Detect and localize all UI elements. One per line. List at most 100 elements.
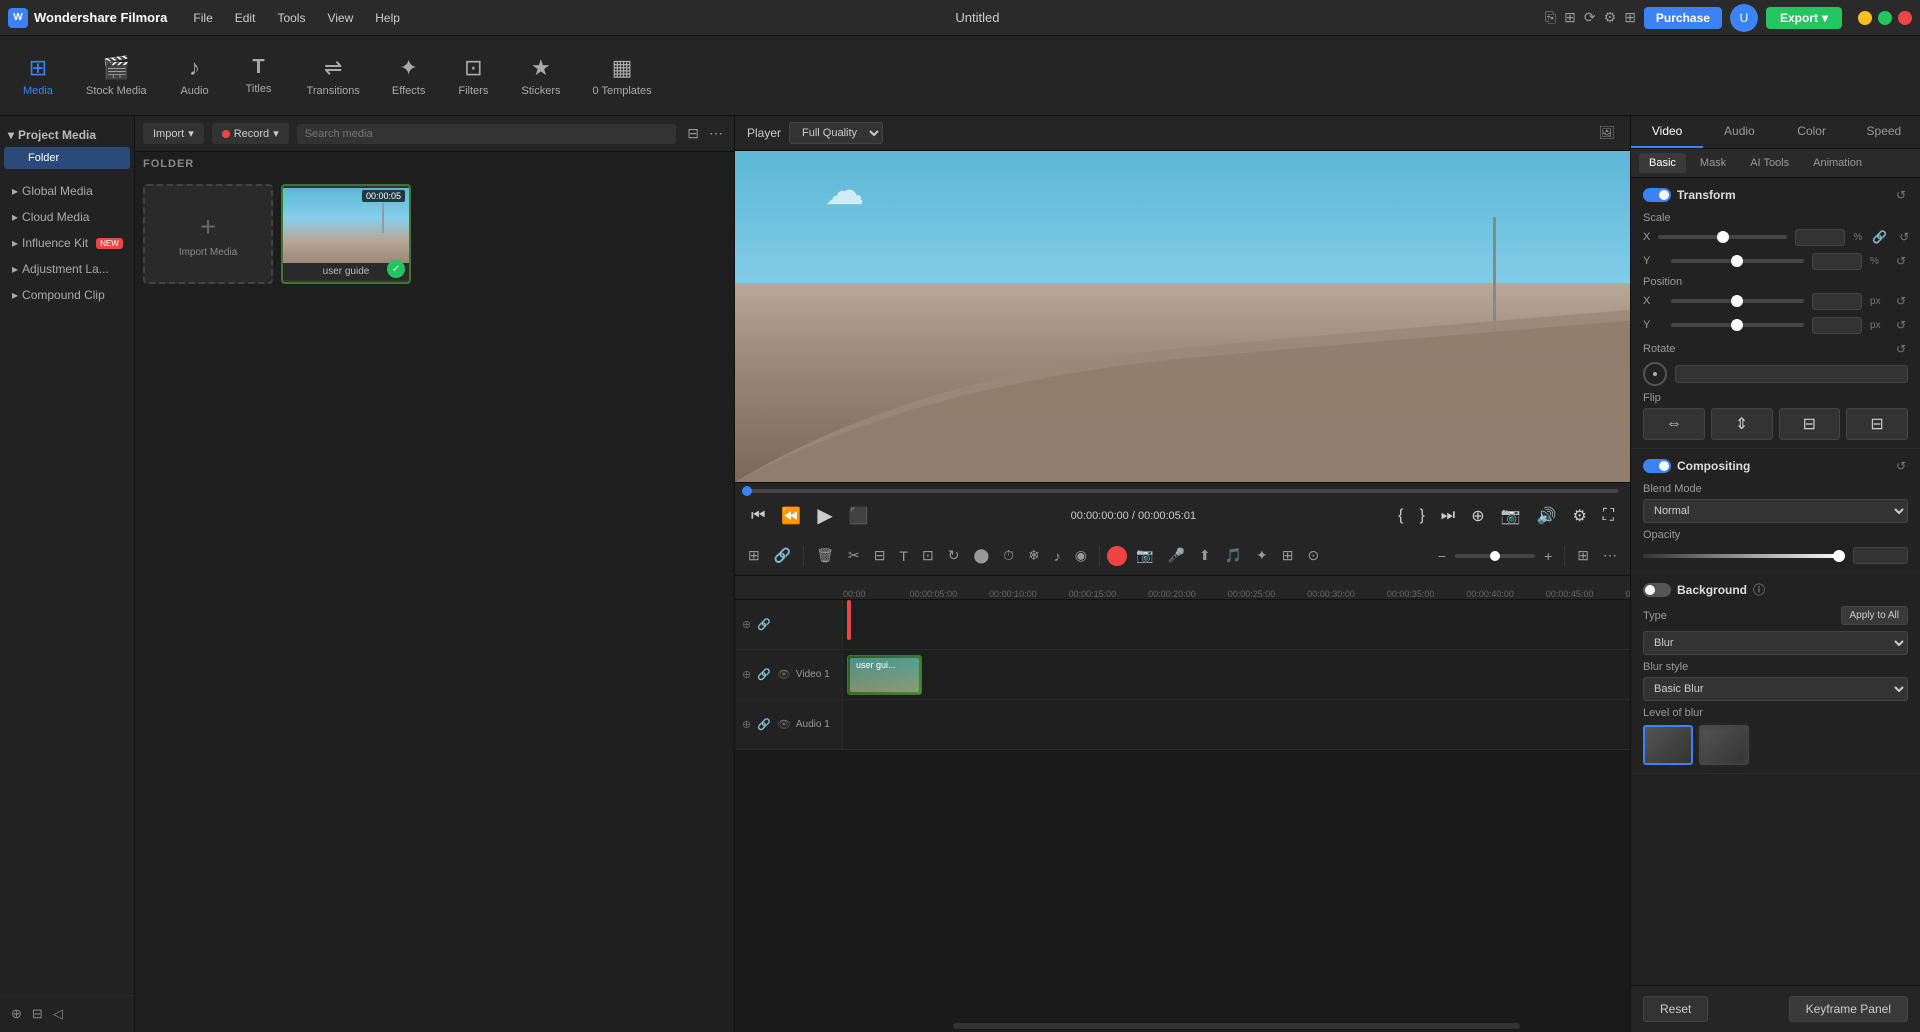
left-cloud-media[interactable]: ▸ Cloud Media [0, 204, 134, 230]
tl-plus-zoom[interactable]: + [1539, 545, 1557, 567]
compositing-reset-icon[interactable]: ↺ [1894, 457, 1908, 475]
toolbar-effects[interactable]: ✦ Effects [378, 49, 439, 103]
rotate-value[interactable]: 0.00° [1675, 365, 1908, 383]
toolbar-stickers[interactable]: ★ Stickers [507, 49, 574, 103]
audio-1-eye-button[interactable]: 👁 [776, 717, 792, 732]
audio-1-add-button[interactable]: ⊕ [741, 717, 752, 732]
tl-speed-button[interactable]: ⏱ [998, 544, 1019, 567]
left-folder[interactable]: Folder [4, 147, 130, 169]
scale-x-value[interactable]: 100.00 [1795, 229, 1845, 246]
volume-button[interactable]: 🔊 [1533, 504, 1561, 528]
record-button[interactable]: Record ▾ [212, 123, 289, 144]
preview-photo-button[interactable]: 🖼 [1595, 123, 1618, 143]
tl-cut-button[interactable]: ✂ [843, 544, 865, 567]
subtab-mask[interactable]: Mask [1690, 153, 1736, 173]
mark-out-button[interactable]: } [1415, 505, 1428, 527]
user-guide-card[interactable]: user guide 00:00:05 ✓ [281, 184, 411, 284]
blur-style-select[interactable]: Basic Blur Mosaic [1643, 677, 1908, 701]
toolbar-stock-media[interactable]: 🎬 Stock Media [72, 49, 161, 103]
icon-2[interactable]: ⊞ [1564, 9, 1576, 26]
filter-tool-button[interactable]: ⊟ [684, 122, 702, 145]
pos-y-value[interactable]: 0.00 [1812, 317, 1862, 334]
blur-thumb-2[interactable] [1699, 725, 1749, 765]
close-button[interactable] [1898, 11, 1912, 25]
search-input[interactable] [297, 124, 677, 144]
tl-color-button[interactable]: ⬤ [968, 544, 994, 567]
toolbar-templates[interactable]: ▦ 0 Templates [578, 49, 665, 103]
step-back-button[interactable]: ⏪ [777, 504, 805, 528]
tl-camera-button[interactable]: 📷 [1131, 544, 1158, 567]
toolbar-transitions[interactable]: ⇌ Transitions [293, 49, 374, 103]
more-options-button[interactable]: ⋯ [706, 122, 726, 145]
left-adjustment-layer[interactable]: ▸ Adjustment La... [0, 256, 134, 282]
tl-screen-button[interactable]: ⊞ [1277, 544, 1299, 567]
pos-x-value[interactable]: 0.00 [1812, 293, 1862, 310]
scale-y-value[interactable]: 100.00 [1812, 253, 1862, 270]
scale-y-reset[interactable]: ↺ [1894, 252, 1908, 270]
icon-3[interactable]: ⟳ [1584, 9, 1596, 26]
quality-select[interactable]: Full Quality [789, 122, 883, 144]
maximize-button[interactable] [1878, 11, 1892, 25]
compositing-toggle[interactable] [1643, 459, 1671, 473]
flip-h-button[interactable]: ⇔ [1643, 408, 1705, 440]
left-compound-clip[interactable]: ▸ Compound Clip [0, 282, 134, 308]
flip-v2-button[interactable]: ⊟ [1846, 408, 1908, 440]
background-toggle[interactable] [1643, 583, 1671, 597]
transform-toggle[interactable] [1643, 188, 1671, 202]
video-1-link-button[interactable]: 🔗 [756, 667, 772, 682]
toolbar-media[interactable]: ⊞ Media [8, 49, 68, 103]
left-global-media[interactable]: ▸ Global Media [0, 178, 134, 204]
track-add-button[interactable]: ⊕ [741, 617, 752, 632]
fullscreen-button[interactable]: ⛶ [1599, 505, 1618, 527]
tab-speed[interactable]: Speed [1848, 116, 1920, 148]
mark-in-button[interactable]: { [1394, 505, 1407, 527]
tl-music-button[interactable]: 🎵 [1220, 544, 1247, 567]
toolbar-filters[interactable]: ⊡ Filters [443, 49, 503, 103]
opacity-slider[interactable] [1643, 554, 1845, 558]
icon-5[interactable]: ⊞ [1624, 9, 1636, 26]
menu-help[interactable]: Help [365, 7, 410, 29]
tl-marker-button[interactable]: ◉ [1070, 544, 1092, 567]
tab-audio[interactable]: Audio [1703, 116, 1775, 148]
subtab-ai-tools[interactable]: AI Tools [1740, 153, 1799, 173]
audio-1-link-button[interactable]: 🔗 [756, 717, 772, 732]
reset-button[interactable]: Reset [1643, 996, 1708, 1022]
icon-4[interactable]: ⚙ [1604, 9, 1617, 26]
icon-1[interactable]: ⎘ [1545, 9, 1556, 26]
toolbar-audio[interactable]: ♪ Audio [165, 49, 225, 103]
tl-freeze-button[interactable]: ❄ [1023, 544, 1045, 567]
blend-mode-select[interactable]: Normal Multiply Screen Overlay [1643, 499, 1908, 523]
scale-y-slider[interactable] [1671, 259, 1804, 263]
video-1-eye-button[interactable]: 👁 [776, 667, 792, 682]
tl-crop-button[interactable]: ⊡ [917, 544, 939, 567]
scale-link-icon[interactable]: 🔗 [1870, 228, 1889, 246]
menu-view[interactable]: View [317, 7, 363, 29]
tl-minus-zoom[interactable]: − [1433, 545, 1451, 567]
flip-v-button[interactable]: ⇕ [1711, 408, 1773, 440]
pos-x-reset[interactable]: ↺ [1894, 292, 1908, 310]
tl-grid-button[interactable]: ⊞ [1572, 544, 1594, 567]
subtab-basic[interactable]: Basic [1639, 153, 1686, 173]
import-media-card[interactable]: + Import Media [143, 184, 273, 284]
project-media-header[interactable]: ▾ Project Media [0, 124, 134, 146]
tl-record-button[interactable] [1107, 546, 1127, 566]
tl-add-track-button[interactable]: ⊞ [743, 544, 765, 567]
tl-link-button[interactable]: 🔗 [769, 544, 796, 567]
tab-video[interactable]: Video [1631, 116, 1703, 148]
minimize-button[interactable] [1858, 11, 1872, 25]
blur-thumb-1[interactable] [1643, 725, 1693, 765]
pos-y-slider[interactable] [1671, 323, 1804, 327]
background-info-icon[interactable]: ⓘ [1753, 581, 1765, 598]
tl-text-button[interactable]: T [894, 545, 913, 567]
collapse-button[interactable]: ◁ [50, 1004, 66, 1024]
import-button[interactable]: Import ▾ [143, 123, 204, 144]
tl-mic-button[interactable]: 🎤 [1162, 544, 1189, 567]
tl-delete-button[interactable]: 🗑 [811, 544, 839, 567]
track-link-button[interactable]: 🔗 [756, 617, 772, 632]
stop-button[interactable]: ⬛ [845, 504, 873, 528]
apply-all-button[interactable]: Apply to All [1841, 606, 1908, 625]
play-button[interactable]: ▶ [813, 501, 836, 530]
delete-button[interactable]: ⊟ [29, 1004, 46, 1024]
tl-more-button[interactable]: ⋯ [1598, 544, 1622, 567]
opacity-value[interactable]: 100.00 [1853, 547, 1908, 564]
